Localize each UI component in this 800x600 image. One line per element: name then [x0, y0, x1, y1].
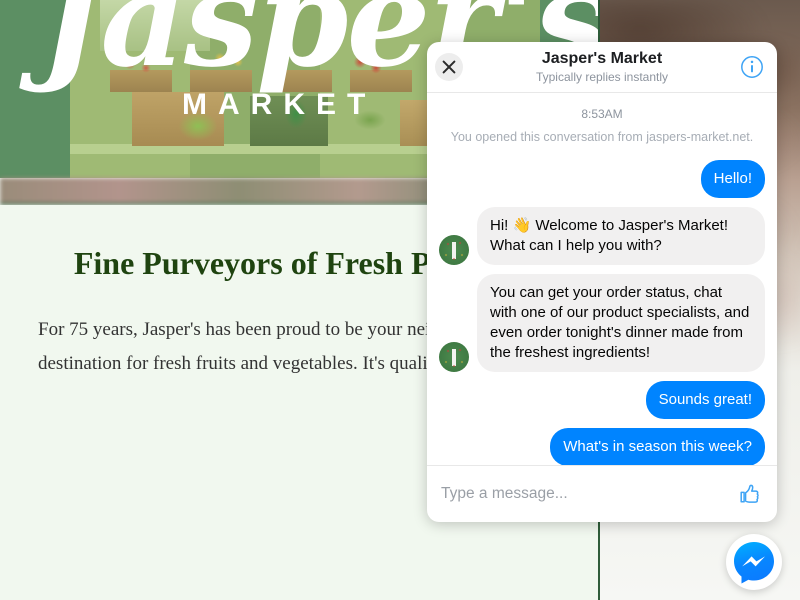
messenger-icon [734, 542, 774, 584]
chat-message-row: What's in season this week? [439, 427, 765, 465]
send-like-button[interactable] [735, 479, 765, 509]
thumbs-up-icon [740, 484, 759, 503]
chat-header-text: Jasper's Market Typically replies instan… [536, 50, 668, 84]
chat-message-row: Hello! [439, 159, 765, 198]
chat-bubble-incoming: Hi! 👋 Welcome to Jasper's Market! What c… [477, 206, 765, 265]
chat-message-row: You can get your order status, chat with… [439, 273, 765, 372]
chat-message-list[interactable]: 8:53AM You opened this conversation from… [427, 93, 777, 465]
chat-timestamp: 8:53AM [581, 107, 623, 121]
messenger-chat-panel: Jasper's Market Typically replies instan… [427, 42, 777, 522]
chat-bubble-outgoing: Hello! [700, 159, 765, 198]
close-chat-button[interactable] [435, 53, 463, 81]
chat-message-row: Hi! 👋 Welcome to Jasper's Market! What c… [439, 206, 765, 265]
close-icon [442, 60, 456, 74]
chat-composer [427, 465, 777, 522]
info-circle-icon [741, 56, 763, 78]
logo-subtitle-text: MARKET [182, 88, 377, 121]
chat-header: Jasper's Market Typically replies instan… [427, 42, 777, 93]
chat-info-button[interactable] [737, 52, 767, 82]
chat-bubble-outgoing: Sounds great! [645, 380, 765, 419]
chat-subtitle: Typically replies instantly [535, 69, 669, 84]
chat-title: Jasper's Market [541, 50, 663, 68]
avatar [439, 234, 469, 265]
chat-message-row: Sounds great! [439, 380, 765, 419]
avatar [439, 341, 469, 372]
chat-bubble-incoming: You can get your order status, chat with… [477, 273, 765, 372]
message-input[interactable] [439, 484, 735, 504]
chat-origin-note: You opened this conversation from jasper… [450, 130, 754, 144]
messenger-launcher-button[interactable] [726, 534, 782, 590]
chat-bubble-outgoing: What's in season this week? [550, 427, 765, 465]
